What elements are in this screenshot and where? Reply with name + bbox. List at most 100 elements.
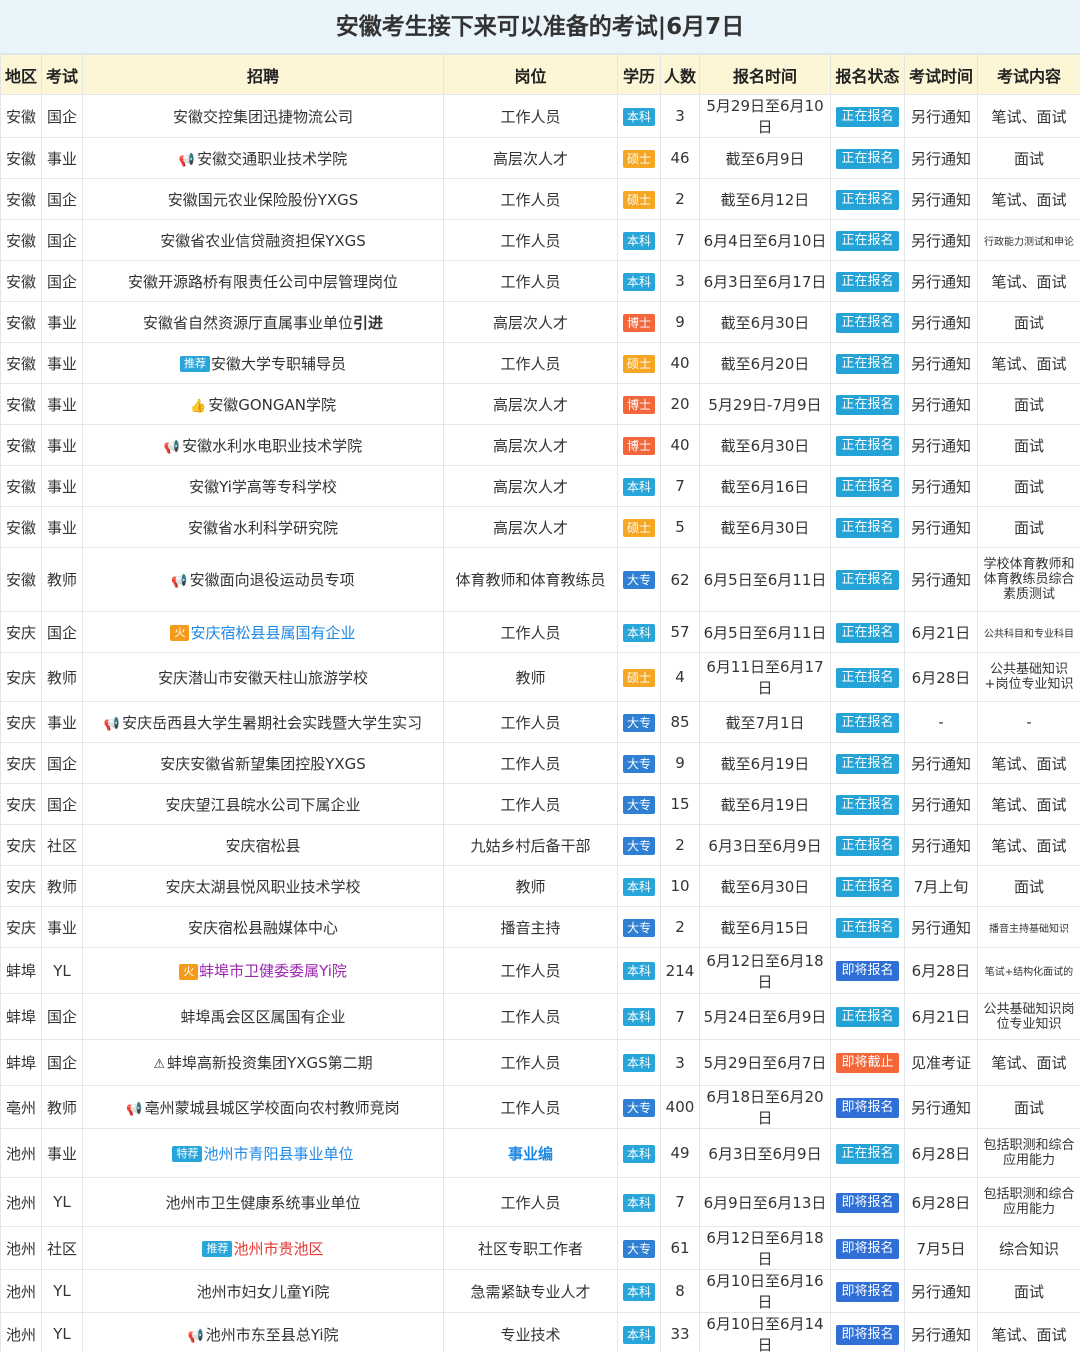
table-body: 安徽 国企 安徽交控集团迅捷物流公司 工作人员 本科 3 5月29日至6月10日 正在报名 另行…	[0, 94, 1080, 1352]
org-cell[interactable]: 📢 安徽交通职业技术学院	[82, 137, 444, 179]
signup-status-cell: 正在报名	[830, 424, 905, 466]
exam-time-cell: 另行通知	[904, 383, 978, 425]
count-cell: 20	[660, 383, 700, 425]
org-cell[interactable]: 安庆潜山市安徽天柱山旅游学校	[82, 652, 444, 702]
signup-time-cell: 截至7月1日	[699, 701, 831, 743]
org-cell[interactable]: 安徽交控集团迅捷物流公司	[82, 94, 444, 138]
org-cell[interactable]: 池州市卫生健康系统事业单位	[82, 1177, 444, 1227]
org-name: 安庆潜山市安徽天柱山旅游学校	[157, 668, 368, 687]
region-cell: 安徽	[0, 94, 42, 138]
org-cell[interactable]: 📢 亳州蒙城县城区学校面向农村教师竞岗	[82, 1085, 444, 1129]
org-cell[interactable]: 安徽国元农业保险股份YXGS	[82, 178, 444, 220]
count-cell: 9	[660, 301, 700, 343]
table-row[interactable]: 安徽 事业 安徽Yi学高等专科学校 高层次人才 本科 7 截至6月16日 正在报名 另行通知 面试	[0, 465, 1080, 507]
table-row[interactable]: 池州 YL 📢 池州市东至县总Yi院 专业技术 本科 33 6月10日至6月14日 即将报名 另行…	[0, 1312, 1080, 1352]
org-cell[interactable]: 安庆宿松县	[82, 824, 444, 866]
education-badge: 大专	[622, 1098, 655, 1117]
org-name: 安庆宿松县县属国有企业	[190, 623, 356, 642]
signup-time-cell: 5月29日至6月10日	[699, 94, 831, 138]
exam-content-cell: 面试	[977, 424, 1080, 466]
tag-badge: 推荐	[179, 356, 210, 372]
org-name: 安徽交通职业技术学院	[197, 149, 348, 168]
org-cell[interactable]: 蚌埠禹会区区属国有企业	[82, 993, 444, 1040]
org-cell[interactable]: 安徽省自然资源厅直属事业单位引进	[82, 301, 444, 343]
table-row[interactable]: 蚌埠 YL 火蚌埠市卫健委委属Yi院 工作人员 本科 214 6月12日至6月18日 即将报名…	[0, 947, 1080, 994]
status-badge: 正在报名	[836, 106, 899, 127]
table-row[interactable]: 安庆 教师 安庆太湖县悦风职业技术学校 教师 本科 10 截至6月30日 正在报名 7月上旬 面试	[0, 865, 1080, 907]
org-cell[interactable]: 📢 安徽水利水电职业技术学院	[82, 424, 444, 466]
position-cell: 高层次人才	[443, 137, 618, 179]
exam-time-cell: 另行通知	[904, 824, 978, 866]
status-badge: 正在报名	[836, 835, 899, 856]
status-badge: 正在报名	[836, 148, 899, 169]
region-cell: 安徽	[0, 506, 42, 548]
org-cell[interactable]: 安徽省水利科学研究院	[82, 506, 444, 548]
table-row[interactable]: 安徽 事业 👍 安徽GONGAN学院 高层次人才 博士 20 5月29日-7月9日 正在报名 另行…	[0, 383, 1080, 425]
signup-status-cell: 正在报名	[830, 301, 905, 343]
type-cell: 教师	[41, 1085, 83, 1129]
table-row[interactable]: 安徽 国企 安徽省农业信贷融资担保YXGS 工作人员 本科 7 6月4日至6月10日 正在报名…	[0, 219, 1080, 261]
org-cell[interactable]: 推荐 安徽大学专职辅导员	[82, 342, 444, 384]
table-row[interactable]: 安徽 国企 安徽国元农业保险股份YXGS 工作人员 硕士 2 截至6月12日 正在报名 另行通知…	[0, 178, 1080, 220]
table-row[interactable]: 池州 事业 特荐 池州市青阳县事业单位 事业编 本科 49 6月3日至6月9日 正在报名 6月28…	[0, 1128, 1080, 1178]
signup-time-cell: 截至6月30日	[699, 865, 831, 907]
table-row[interactable]: 蚌埠 国企 ⚠ 蚌埠高新投资集团YXGS第二期 工作人员 本科 3 5月29日至6月7日 即将截…	[0, 1039, 1080, 1086]
table-row[interactable]: 安徽 国企 安徽开源路桥有限责任公司中层管理岗位 工作人员 本科 3 6月3日至6月17日正…	[0, 260, 1080, 302]
table-row[interactable]: 安庆 国企火安庆宿松县县属国有企业 工作人员 本科 57 6月5日至6月11日 正在报名 6月…	[0, 611, 1080, 653]
position-cell: 工作人员	[443, 993, 618, 1040]
count-cell: 3	[660, 1039, 700, 1086]
status-badge: 正在报名	[836, 712, 899, 733]
table-row[interactable]: 安徽 事业 推荐 安徽大学专职辅导员 工作人员 硕士 40 截至6月20日 正在报名 另行通知 笔试…	[0, 342, 1080, 384]
org-cell[interactable]: 火安庆宿松县县属国有企业	[82, 611, 444, 653]
table-row[interactable]: 池州 社区 推荐 池州市贵池区 社区专职工作者 大专 61 6月12日至6月18日 即将报名 7月…	[0, 1226, 1080, 1270]
header-signup-time: 报名时间	[699, 54, 831, 95]
signup-status-cell: 即将报名	[830, 1085, 905, 1129]
table-row[interactable]: 安徽 事业 安徽省自然资源厅直属事业单位引进 高层次人才 博士 9 截至6月30日 正在报名另…	[0, 301, 1080, 343]
table-row[interactable]: 蚌埠 国企 蚌埠禹会区区属国有企业 工作人员 本科 7 5月24日至6月9日 正在报名 6月21…	[0, 993, 1080, 1040]
org-cell[interactable]: 📢 安徽面向退役运动员专项	[82, 547, 444, 612]
org-cell[interactable]: 池州市妇女儿童Yi院	[82, 1269, 444, 1313]
table-row[interactable]: 安徽 事业 📢 安徽交通职业技术学院 高层次人才 硕士 46 截至6月9日 正在报名 另行通知 面试	[0, 137, 1080, 179]
org-cell[interactable]: 安庆安徽省新望集团控股YXGS	[82, 742, 444, 784]
table-row[interactable]: 安徽 事业 安徽省水利科学研究院 高层次人才 硕士 5 截至6月30日 正在报名 另行通知 面试	[0, 506, 1080, 548]
org-cell[interactable]: 📢 池州市东至县总Yi院	[82, 1312, 444, 1352]
org-cell[interactable]: 安庆望江县皖水公司下属企业	[82, 783, 444, 825]
table-row[interactable]: 安庆 社区 安庆宿松县 九姑乡村后备干部 大专 2 6月3日至6月9日 正在报名 另行通知 笔试、…	[0, 824, 1080, 866]
org-cell[interactable]: 安徽开源路桥有限责任公司中层管理岗位	[82, 260, 444, 302]
exam-content-cell: 包括职测和综合应用能力	[977, 1177, 1080, 1227]
table-row[interactable]: 安徽 教师 📢 安徽面向退役运动员专项 体育教师和体育教练员 大专 62 6月5日至6月11日…	[0, 547, 1080, 612]
exam-content-cell: -	[977, 701, 1080, 743]
org-cell[interactable]: 安徽省农业信贷融资担保YXGS	[82, 219, 444, 261]
position-cell: 工作人员	[443, 742, 618, 784]
org-cell[interactable]: ⚠ 蚌埠高新投资集团YXGS第二期	[82, 1039, 444, 1086]
type-cell: YL	[41, 947, 83, 994]
table-row[interactable]: 安庆 教师 安庆潜山市安徽天柱山旅游学校 教师 硕士 4 6月11日至6月17日 正在报名 6月…	[0, 652, 1080, 702]
table-row[interactable]: 池州 YL 池州市妇女儿童Yi院 急需紧缺专业人才 本科 8 6月10日至6月16日 即将报名…	[0, 1269, 1080, 1313]
table-row[interactable]: 安庆 国企 安庆望江县皖水公司下属企业 工作人员 大专 15 截至6月19日 正在报名 另行通知…	[0, 783, 1080, 825]
type-cell: 事业	[41, 342, 83, 384]
exam-content-cell: 学校体育教师和体育教练员综合素质测试	[977, 547, 1080, 612]
table-row[interactable]: 安庆 事业 📢 安庆岳西县大学生暑期社会实践暨大学生实习 工作人员 大专 85 截至7月1日正…	[0, 701, 1080, 743]
thumbs-up-icon: 👍	[190, 398, 207, 414]
org-cell[interactable]: 安庆太湖县悦风职业技术学校	[82, 865, 444, 907]
signup-status-cell: 正在报名	[830, 865, 905, 907]
org-cell[interactable]: 火蚌埠市卫健委委属Yi院	[82, 947, 444, 994]
org-cell[interactable]: 推荐 池州市贵池区	[82, 1226, 444, 1270]
type-cell: 国企	[41, 94, 83, 138]
org-cell[interactable]: 👍 安徽GONGAN学院	[82, 383, 444, 425]
table-row[interactable]: 亳州 教师 📢 亳州蒙城县城区学校面向农村教师竞岗 工作人员 大专 400 6月18日至6月2…	[0, 1085, 1080, 1129]
education-cell: 博士	[617, 383, 661, 425]
table-row[interactable]: 池州 YL 池州市卫生健康系统事业单位 工作人员 本科 7 6月9日至6月13日 即将报名 6月…	[0, 1177, 1080, 1227]
table-row[interactable]: 安徽 事业 📢 安徽水利水电职业技术学院 高层次人才 博士 40 截至6月30日 正在报名 另行通…	[0, 424, 1080, 466]
table-row[interactable]: 安庆 事业 安庆宿松县融媒体中心 播音主持 大专 2 截至6月15日 正在报名 另行通知 播音主持…	[0, 906, 1080, 948]
org-cell[interactable]: 安徽Yi学高等专科学校	[82, 465, 444, 507]
position-cell: 高层次人才	[443, 465, 618, 507]
header-position: 岗位	[443, 54, 618, 95]
status-badge: 正在报名	[836, 476, 899, 497]
table-row[interactable]: 安庆 国企 安庆安徽省新望集团控股YXGS 工作人员 大专 9 截至6月19日 正在报名 另行通…	[0, 742, 1080, 784]
count-cell: 3	[660, 260, 700, 302]
org-cell[interactable]: 特荐 池州市青阳县事业单位	[82, 1128, 444, 1178]
table-row[interactable]: 安徽 国企 安徽交控集团迅捷物流公司 工作人员 本科 3 5月29日至6月10日 正在报名 另行…	[0, 94, 1080, 138]
org-cell[interactable]: 📢 安庆岳西县大学生暑期社会实践暨大学生实习	[82, 701, 444, 743]
org-cell[interactable]: 安庆宿松县融媒体中心	[82, 906, 444, 948]
